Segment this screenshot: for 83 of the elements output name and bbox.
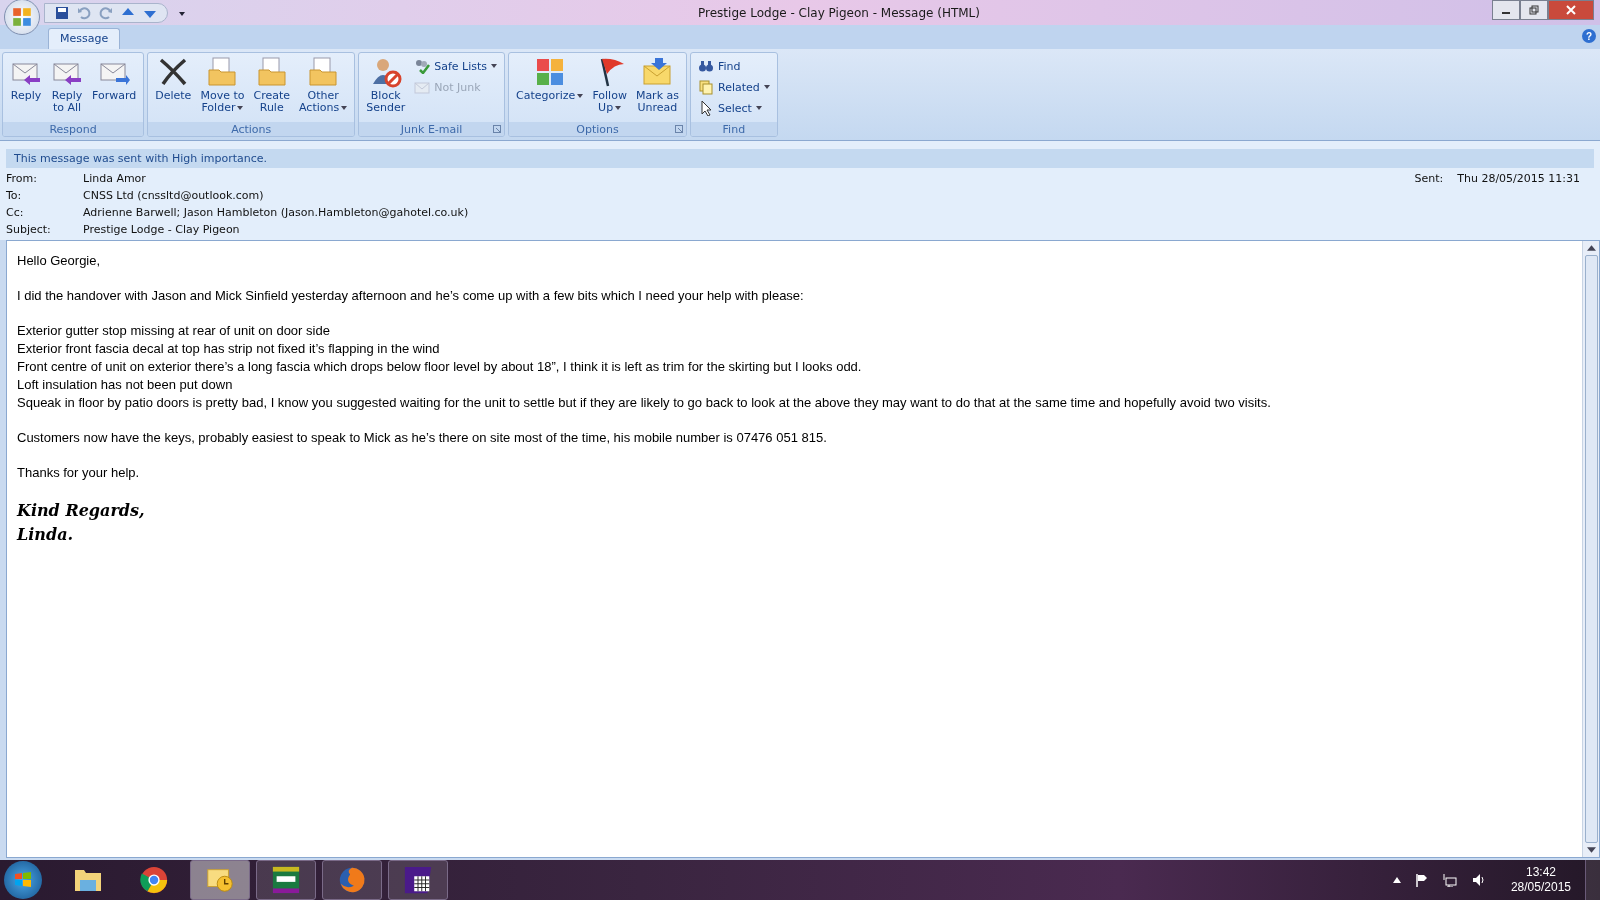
close-button[interactable]: [1548, 0, 1594, 20]
body-text: Customers now have the keys, probably easiest to speak to Mick as he’s there on site most of the time, his mobile number is 07476 051 815.: [17, 429, 828, 447]
field-value: CNSS Ltd (cnssltd@outlook.com): [83, 189, 264, 202]
ribbon-button[interactable]: Other Actions: [295, 55, 352, 120]
group-label: Actions: [231, 122, 272, 136]
caret-icon: [577, 94, 584, 98]
caret-icon: [615, 106, 622, 110]
ribbon-button[interactable]: Create Rule: [249, 55, 294, 120]
field-label: Sent:: [1414, 172, 1444, 185]
field-value: Thu 28/05/2015 11:31: [1457, 172, 1580, 185]
field-value: Adrienne Barwell; Jason Hambleton (Jason.Hambleton@gahotel.co.uk): [83, 206, 469, 219]
signature-text: Linda.: [17, 524, 75, 546]
taskbar-app[interactable]: [256, 860, 316, 900]
ribbon-button[interactable]: Block Sender: [362, 55, 410, 120]
caret-icon: [763, 85, 770, 89]
caret-icon: [491, 64, 498, 68]
document-folder-icon: [206, 56, 239, 88]
restore-icon: [1529, 5, 1539, 15]
body-text: I did the handover with Jason and Mick Sinfield yesterday afternoon and he’s come up with a few bits which I need your help with please:: [17, 287, 805, 305]
grid-app-icon: [403, 865, 433, 895]
ribbon-button[interactable]: Related: [698, 77, 770, 97]
ribbon-button[interactable]: Mark as Unread: [631, 55, 683, 120]
ribbon-button[interactable]: Follow Up: [588, 55, 631, 120]
group-label: Find: [722, 122, 746, 136]
ribbon-button[interactable]: Find: [698, 56, 770, 76]
scroll-down-icon[interactable]: [1586, 847, 1596, 853]
dialog-launcher-icon[interactable]: [675, 125, 683, 133]
people-check-icon: [414, 58, 431, 74]
scrollbar[interactable]: [1582, 241, 1599, 857]
binoculars-icon: [698, 58, 714, 74]
group-label: Junk E-mail: [400, 122, 463, 136]
envelope-icon: [414, 79, 431, 95]
body-text: Loft insulation has not been put down: [17, 376, 234, 394]
ribbon-button[interactable]: Move to Folder: [196, 55, 249, 120]
help-button[interactable]: ?: [1582, 29, 1596, 43]
office-button[interactable]: [4, 0, 40, 35]
field-label: Cc:: [6, 206, 25, 219]
body-text: Front centre of unit on exterior there’s a long fascia which drops below floor level by about 18”, I think it is left as trim for the skirting but I looks odd.: [17, 358, 863, 376]
restore-button[interactable]: [1520, 0, 1548, 20]
office-logo-icon: [11, 5, 33, 28]
dialog-launcher-icon[interactable]: [493, 125, 502, 133]
body-text: Exterior front fascia decal at top has strip not fixed it’s flapping in the wind: [17, 340, 441, 358]
field-label: To:: [6, 189, 23, 202]
speaker-icon[interactable]: [1470, 873, 1485, 887]
save-icon[interactable]: [55, 5, 69, 20]
group-label: Options: [576, 122, 619, 136]
body-text: Exterior gutter stop missing at rear of unit on door side: [17, 322, 331, 340]
minimize-icon: [1502, 12, 1510, 14]
ribbon-button[interactable]: Categorize: [512, 55, 588, 120]
importance-infobar: This message was sent with High importance.: [6, 149, 1594, 168]
flag-icon[interactable]: [1414, 873, 1429, 887]
pointer-icon: [698, 100, 714, 116]
ribbon-tab[interactable]: Message: [48, 28, 121, 49]
ribbon-button[interactable]: Reply: [6, 55, 46, 120]
body-text: Thanks for your help.: [17, 464, 141, 482]
ribbon-button[interactable]: Forward: [88, 55, 141, 120]
field-value: Prestige Lodge - Clay Pigeon: [83, 223, 240, 236]
ribbon-button[interactable]: Select: [698, 98, 770, 118]
windows-logo-icon: [13, 870, 33, 890]
window-title: Prestige Lodge - Clay Pigeon - Message (HTML): [697, 5, 981, 20]
scroll-up-icon[interactable]: [1586, 245, 1596, 251]
taskbar-app[interactable]: [388, 860, 448, 900]
browser-icon: [139, 865, 169, 895]
field-label: Subject:: [6, 223, 52, 236]
close-icon: [1566, 5, 1576, 15]
envelope-arrow-icon: [641, 56, 674, 88]
ribbon-button[interactable]: Delete: [151, 55, 196, 120]
network-icon[interactable]: [1442, 873, 1457, 887]
minimize-button[interactable]: [1492, 0, 1520, 20]
start-button[interactable]: [4, 861, 42, 899]
field-value: Linda Amor: [83, 172, 146, 185]
ribbon-button[interactable]: Safe Lists: [414, 56, 498, 76]
field-label: From:: [6, 172, 38, 185]
ribbon-button[interactable]: Reply to All: [47, 55, 87, 120]
clock[interactable]: 13:42 28/05/2015: [1510, 865, 1571, 895]
body-text: Hello Georgie,: [17, 252, 102, 270]
caret-icon: [237, 106, 244, 110]
show-hidden-icons-arrow-icon[interactable]: [1392, 877, 1401, 883]
signature-text: Kind Regards,: [17, 500, 146, 522]
group-label: Respond: [49, 122, 97, 136]
body-text: Squeak in floor by patio doors is pretty bad, I know you suggested waiting for the unit to settle but if they are likely to go back to look at the above they may want to do that at the same time and hopefully avoid two visits.: [17, 394, 1272, 412]
caret-icon: [755, 106, 762, 110]
caret-icon: [341, 106, 348, 110]
